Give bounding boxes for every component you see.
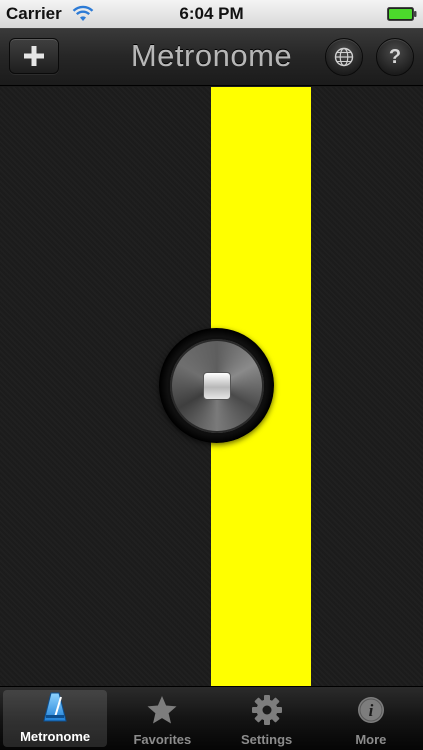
tab-label: More bbox=[355, 732, 387, 747]
status-bar: Carrier 6:04 PM bbox=[0, 0, 423, 28]
battery-icon bbox=[387, 7, 417, 21]
tab-bar: Metronome Favorites Settings i More bbox=[0, 686, 423, 750]
nav-bar: Metronome ? bbox=[0, 28, 423, 86]
tab-more[interactable]: i More bbox=[319, 687, 423, 750]
tab-label: Settings bbox=[240, 732, 293, 747]
tab-settings[interactable]: Settings bbox=[215, 687, 319, 750]
tab-label: Metronome bbox=[20, 729, 91, 744]
stop-button-face bbox=[167, 336, 266, 435]
svg-text:i: i bbox=[369, 701, 374, 720]
metronome-icon bbox=[43, 692, 67, 722]
globe-icon bbox=[334, 47, 354, 67]
star-icon bbox=[147, 696, 177, 724]
status-time: 6:04 PM bbox=[179, 4, 244, 23]
metronome-area bbox=[0, 87, 423, 686]
tab-metronome[interactable]: Metronome bbox=[3, 690, 108, 747]
tab-label: Favorites bbox=[133, 732, 192, 747]
help-label: ? bbox=[388, 45, 402, 68]
help-button[interactable]: ? bbox=[376, 38, 414, 76]
tab-favorites[interactable]: Favorites bbox=[110, 687, 214, 750]
info-icon: i bbox=[357, 697, 384, 723]
globe-button[interactable] bbox=[325, 38, 363, 76]
stop-button[interactable] bbox=[159, 328, 274, 443]
gear-icon bbox=[251, 695, 282, 725]
stop-icon bbox=[202, 371, 231, 400]
